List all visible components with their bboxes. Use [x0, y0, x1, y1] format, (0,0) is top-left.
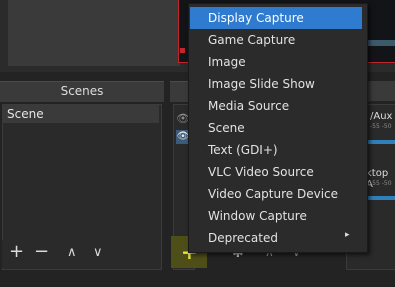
menu-item-window-capture[interactable]: Window Capture — [190, 205, 362, 227]
mixer-dock-header — [368, 81, 395, 101]
menu-item-display-capture[interactable]: Display Capture — [190, 7, 362, 29]
scene-item-label: Scene — [7, 107, 44, 121]
volume-slider[interactable] — [368, 196, 395, 200]
scenes-toolbar — [2, 240, 160, 268]
scenes-dock-title: Scenes — [60, 84, 104, 98]
menu-item-scene[interactable]: Scene — [190, 117, 362, 139]
menu-item-image[interactable]: Image — [190, 51, 362, 73]
menu-item-vlc-video-source[interactable]: VLC Video Source — [190, 161, 362, 183]
add-scene-button[interactable]: + — [9, 243, 24, 261]
move-scene-up-button[interactable]: ∧ — [67, 244, 77, 262]
resize-handle[interactable] — [180, 48, 185, 53]
mixer-channel-scale: -55 -50 — [370, 180, 392, 187]
submenu-arrow-icon: ▸ — [345, 230, 350, 240]
volume-slider[interactable] — [368, 140, 395, 144]
menu-item-video-capture-device[interactable]: Video Capture Device — [190, 183, 362, 205]
menu-item-text-gdi[interactable]: Text (GDI+) — [190, 139, 362, 161]
menu-item-image-slide-show[interactable]: Image Slide Show — [190, 73, 362, 95]
menu-item-game-capture[interactable]: Game Capture — [190, 29, 362, 51]
remove-scene-button[interactable]: − — [34, 243, 49, 261]
menu-item-deprecated[interactable]: Deprecated — [190, 227, 362, 249]
move-scene-down-button[interactable]: ∨ — [93, 244, 103, 262]
preview-canvas — [8, 0, 180, 66]
mixer-channel-scale: -55 -50 — [370, 123, 392, 130]
menu-item-media-source[interactable]: Media Source — [190, 95, 362, 117]
mixer-channel-label: /Aux — [370, 111, 393, 122]
